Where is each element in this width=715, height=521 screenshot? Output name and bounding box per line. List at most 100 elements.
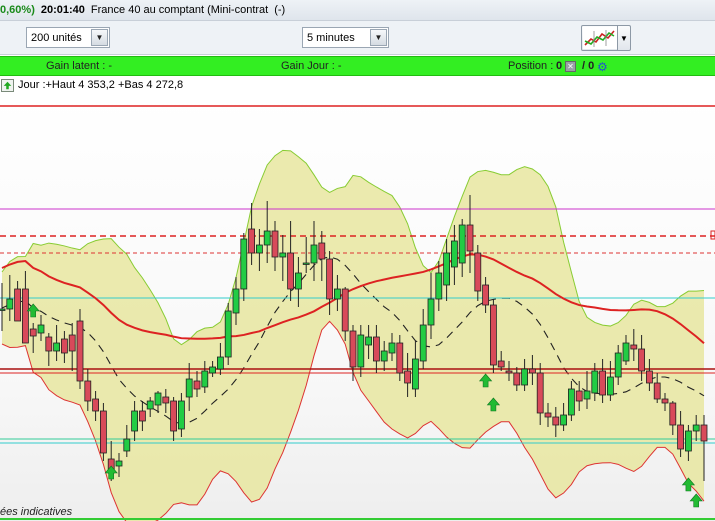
candle-body	[318, 242, 326, 260]
candle-body	[435, 272, 443, 300]
candle-body	[45, 336, 53, 352]
candle-body	[61, 338, 68, 354]
candle-body	[53, 342, 60, 352]
candle-body	[692, 424, 700, 432]
candle-body	[333, 288, 341, 300]
candle-body	[84, 380, 92, 402]
candle-body	[560, 414, 567, 426]
chevron-down-icon[interactable]: ▼	[617, 26, 630, 50]
candle-body	[419, 324, 427, 362]
units-select[interactable]: 200 unités ▼	[26, 27, 110, 48]
candle-body	[209, 366, 217, 374]
candle-body	[271, 230, 279, 258]
candle-body	[232, 288, 240, 314]
window-title-bar: 0,60%) 20:01:40 France 40 au comptant (M…	[0, 0, 715, 21]
candle-body	[482, 284, 490, 306]
candle-body	[583, 390, 591, 400]
candle-body	[21, 288, 29, 344]
candle-body	[138, 410, 146, 422]
candle-body	[76, 320, 84, 382]
candle-body	[357, 334, 365, 368]
candle-body	[100, 410, 107, 454]
chevron-down-icon[interactable]: ▼	[370, 29, 387, 46]
candle-body	[92, 398, 99, 412]
close-icon[interactable]: ✕	[565, 61, 576, 72]
candle-body	[505, 370, 513, 374]
price-chart[interactable]	[0, 95, 715, 521]
candle-body	[115, 460, 123, 467]
chevron-down-icon[interactable]: ▼	[91, 29, 108, 46]
candle-body	[529, 368, 536, 374]
candle-body	[497, 360, 505, 368]
instrument-suffix: (-)	[274, 4, 286, 16]
day-range-bar: Jour :+Haut 4 353,2 +Bas 4 272,8	[0, 77, 715, 95]
candle-body	[630, 344, 638, 350]
candle-body	[599, 370, 606, 396]
candle-body	[365, 336, 373, 346]
candle-body	[248, 228, 256, 254]
candle-body	[513, 372, 521, 386]
candle-body	[123, 438, 131, 452]
candle-body	[552, 416, 560, 426]
candle-body	[255, 244, 263, 254]
candle-body	[489, 304, 497, 366]
candle-body	[201, 370, 209, 388]
candle-body	[29, 328, 37, 337]
gear-icon[interactable]: ⚙	[597, 60, 608, 74]
candle-body	[146, 400, 154, 410]
clock-time: 20:01:40	[40, 4, 85, 16]
candle-body	[310, 244, 318, 264]
candle-body	[521, 368, 528, 386]
candle-body	[700, 424, 708, 442]
day-high-low: Jour :+Haut 4 353,2 +Bas 4 272,8	[18, 79, 184, 91]
candle-body	[443, 252, 451, 286]
position-total: / 0	[582, 60, 595, 72]
candle-body	[474, 252, 482, 292]
position-label: Position :	[508, 60, 554, 72]
gain-latent: Gain latent : -	[46, 60, 113, 72]
chart-type-button[interactable]: ▼	[581, 25, 631, 51]
candle-body	[68, 334, 76, 352]
candle-body	[287, 252, 295, 290]
candle-body	[372, 336, 380, 362]
candle-body	[638, 348, 645, 372]
up-arrow-icon[interactable]	[1, 79, 14, 92]
candle-body	[669, 402, 677, 426]
instrument-name: France 40 au comptant (Mini-contrat	[90, 4, 269, 16]
chart-toolbar: 200 unités ▼ 5 minutes ▼ ▼	[0, 21, 715, 55]
candle-body	[37, 324, 45, 334]
candle-body	[536, 372, 544, 414]
period-select-value: 5 minutes	[307, 31, 355, 44]
candle-body	[646, 370, 653, 384]
candle-body	[193, 380, 201, 390]
candle-body	[131, 410, 139, 432]
candle-body	[185, 378, 193, 398]
bottom-border	[0, 518, 715, 520]
change-percent: 0,60%)	[0, 4, 35, 16]
position-bar: Gain latent : - Gain Jour : - Position :…	[0, 56, 715, 76]
candle-body	[411, 358, 419, 390]
candle-body	[544, 412, 552, 418]
period-select[interactable]: 5 minutes ▼	[302, 27, 389, 48]
candle-body	[404, 370, 412, 384]
candle-body	[614, 352, 622, 378]
candle-body	[162, 396, 170, 404]
candle-body	[6, 298, 14, 310]
candle-body	[177, 400, 185, 430]
candle-body	[263, 230, 271, 246]
candle-body	[685, 430, 692, 452]
candle-body	[661, 398, 669, 404]
candle-body	[575, 390, 583, 402]
candle-body	[622, 342, 630, 362]
candle-body	[450, 240, 458, 268]
candle-body	[427, 298, 435, 326]
candle-body	[677, 424, 684, 450]
candle-body	[349, 330, 357, 368]
candle-body	[154, 392, 162, 406]
candle-body	[380, 350, 388, 362]
units-select-value: 200 unités	[31, 31, 82, 44]
candle-body	[279, 252, 287, 258]
candle-body	[302, 262, 310, 265]
candle-body	[294, 272, 302, 290]
chart-type-icon	[583, 27, 617, 49]
